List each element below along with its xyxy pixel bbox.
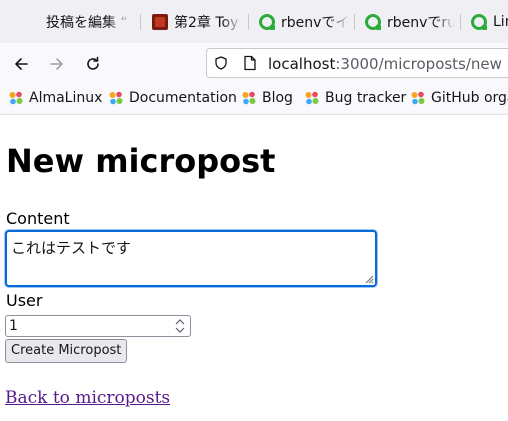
tab-label: 投稿を編集 “ [46,15,128,31]
almalinux-logo-icon [411,91,425,105]
qiita-favicon-icon [365,14,381,30]
tab-separator [140,14,141,30]
create-micropost-button[interactable]: Create Micropost [5,339,128,363]
user-number-input[interactable]: 1 [5,315,191,337]
bookmark-label: Blog [262,90,293,106]
tab-separator [354,14,355,30]
tab-rbenv-1[interactable]: rbenvでイ [259,11,349,33]
navigation-toolbar: localhost:3000/microposts/new [0,43,508,84]
arrow-left-icon [15,58,28,70]
almalinux-logo-icon [9,91,23,105]
tab-strip: 投稿を編集 “ 第2章 Toy rbenvでイ rbenvでru Lin [0,0,508,43]
tab-separator [460,14,461,30]
tab-label: rbenvでイ [281,15,349,31]
back-to-microposts-link[interactable]: Back to microposts [5,388,170,408]
url-host: localhost [268,55,336,73]
url-text: localhost:3000/microposts/new [268,55,502,73]
tab-linux[interactable]: Lin [471,11,508,33]
bookmark-documentation[interactable]: Documentation [108,90,237,106]
content-label: Content [6,209,70,228]
reload-button[interactable] [80,51,106,77]
arrow-right-icon [50,58,63,70]
bookmark-label: Bug tracker [325,90,407,106]
user-label: User [6,291,43,310]
resize-grip-icon[interactable] [364,274,374,284]
back-button[interactable] [8,51,34,77]
content-textarea[interactable]: これはテストです [5,230,377,287]
almalinux-logo-icon [242,91,256,105]
tab-rbenv-2[interactable]: rbenvでru [365,11,455,33]
bookmark-github[interactable]: GitHub orga [410,90,508,106]
book-favicon-icon [152,14,168,30]
qiita-favicon-icon [471,14,487,30]
bookmark-label: AlmaLinux [29,90,103,106]
qiita-favicon-icon [259,14,275,30]
almalinux-logo-icon [109,91,123,105]
reload-icon [87,56,99,70]
user-number-value: 1 [9,318,18,334]
tab-chapter2[interactable]: 第2章 Toy [152,11,242,33]
tab-edit-post[interactable]: 投稿を編集 “ [46,11,132,33]
bookmarks-toolbar: AlmaLinux Documentation Blog Bug tracker… [0,84,508,115]
tab-separator [248,14,249,30]
tab-label: Lin [493,14,508,30]
document-icon[interactable] [243,55,257,71]
bookmark-label: GitHub orga [431,90,508,106]
tab-label: 第2章 Toy [174,15,239,31]
content-textarea-value: これはテストです [11,239,132,257]
bookmark-blog[interactable]: Blog [241,90,293,106]
bookmark-label: Documentation [129,90,237,106]
bookmark-bug-tracker[interactable]: Bug tracker [304,90,406,106]
url-path: :3000/microposts/new [335,55,502,73]
address-bar[interactable]: localhost:3000/microposts/new [206,48,508,78]
forward-button[interactable] [44,51,70,77]
spinner-arrows-icon[interactable] [173,317,187,335]
tab-label: rbenvでru [387,15,455,31]
almalinux-logo-icon [305,91,319,105]
page-title: New micropost [6,142,276,180]
bookmark-almalinux[interactable]: AlmaLinux [8,90,102,106]
shield-icon[interactable] [214,56,228,70]
page-content: New micropost Content これはテストです User 1 Cr… [0,115,508,421]
